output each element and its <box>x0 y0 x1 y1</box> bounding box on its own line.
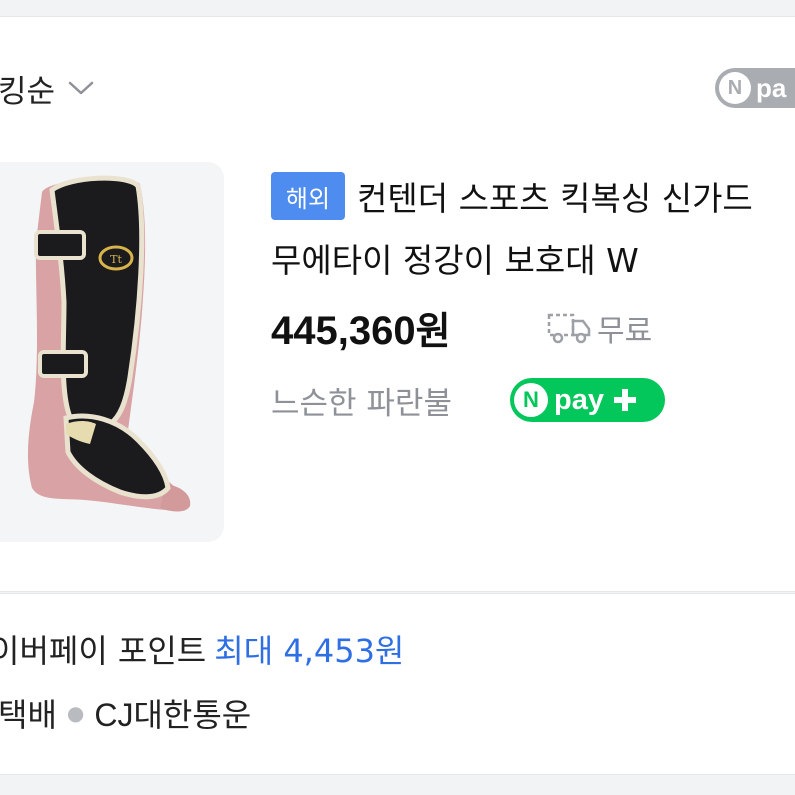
npay-filter-label: pa <box>756 72 787 103</box>
benefit-card <box>0 593 795 775</box>
npay-plus-badge: N pay <box>510 378 665 422</box>
product-thumbnail[interactable]: Tt <box>0 162 224 542</box>
sort-label: 킹순 <box>0 73 56 110</box>
separator-dot: ● <box>66 701 85 725</box>
carrier-name: CJ대한통운 <box>94 697 252 733</box>
shin-guard-image: Tt <box>27 175 191 512</box>
points-label: 이버페이 포인트 <box>0 632 207 670</box>
sort-dropdown[interactable]: 킹순 <box>0 66 95 110</box>
points-info: 이버페이 포인트 최대 4,453원 <box>0 626 404 672</box>
product-price: 445,360원 <box>271 300 451 355</box>
truck-icon <box>547 311 591 345</box>
chevron-down-icon <box>67 79 95 97</box>
delivery-info: 택배 ● CJ대한통운 <box>0 690 251 736</box>
shipping-info: 무료 <box>547 306 652 350</box>
price-number: 445,360 <box>271 309 416 353</box>
npay-logo-icon: N <box>719 72 751 104</box>
shipping-label: 무료 <box>597 314 653 349</box>
npay-logo-icon: N <box>514 383 548 417</box>
seller-name[interactable]: 느슨한 파란불 <box>271 378 452 423</box>
npay-filter-button[interactable]: N pa <box>715 68 795 108</box>
points-value: 최대 4,453원 <box>214 632 405 670</box>
svg-text:Tt: Tt <box>110 253 122 266</box>
npay-plus-label: pay <box>554 383 604 416</box>
delivery-label: 택배 <box>0 696 57 734</box>
product-title[interactable]: 컨텐더 스포츠 킥복싱 신가드 무에타이 정강이 보호대 W <box>271 168 795 292</box>
plus-icon <box>612 387 638 413</box>
price-unit: 원 <box>415 309 451 353</box>
